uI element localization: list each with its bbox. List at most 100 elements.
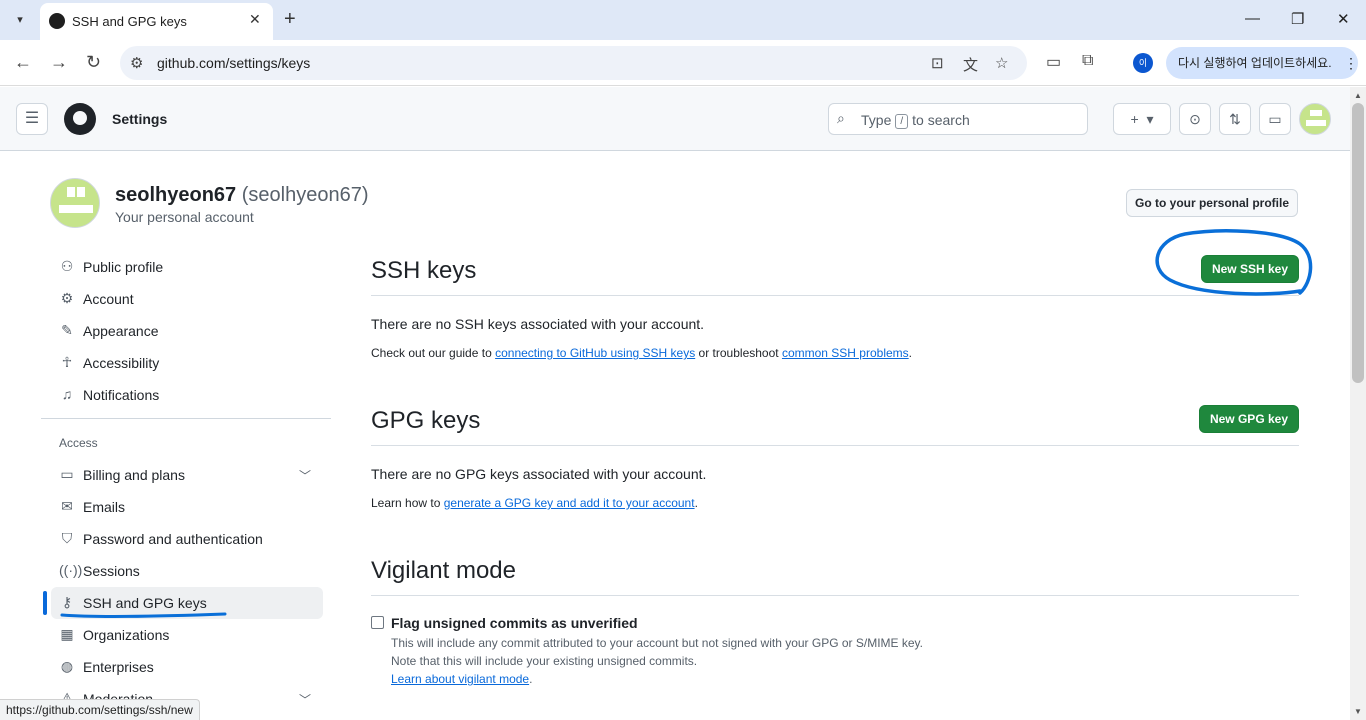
browser-tab[interactable]: SSH and GPG keys ✕: [40, 3, 273, 40]
forward-icon[interactable]: →: [50, 52, 68, 73]
vigilant-learn-link[interactable]: Learn about vigilant mode: [391, 672, 529, 686]
status-bar-url: https://github.com/settings/ssh/new: [0, 699, 200, 720]
restore-icon[interactable]: ❐: [1291, 10, 1304, 28]
key-icon: ⚷: [61, 594, 73, 610]
go-to-profile-button[interactable]: Go to your personal profile: [1126, 189, 1298, 217]
sidebar-item-accessibility[interactable]: ☥ Accessibility: [51, 347, 323, 379]
browser-toolbar: ← → ↻ ⚙ github.com/settings/keys ⊡ 文 ☆ ▭…: [0, 40, 1366, 86]
tab-close-icon[interactable]: ✕: [249, 11, 261, 28]
sidebar-item-notifications[interactable]: ♫ Notifications: [51, 379, 323, 411]
new-gpg-key-button[interactable]: New GPG key: [1199, 405, 1299, 433]
sidebar-item-label: Accessibility: [83, 355, 160, 371]
sidebar-item-password[interactable]: ⛉ Password and authentication: [51, 523, 323, 555]
sidebar-heading-access: Access: [59, 436, 98, 450]
vigilant-divider: [371, 595, 1299, 596]
address-bar[interactable]: ⚙ github.com/settings/keys ⊡ 文 ☆: [120, 46, 1027, 80]
github-favicon-icon: [49, 13, 65, 29]
create-new-button[interactable]: + ▾: [1113, 103, 1171, 135]
reload-icon[interactable]: ↻: [86, 52, 101, 73]
sidebar-item-ssh-gpg-keys[interactable]: ⚷ SSH and GPG keys: [51, 587, 323, 619]
organization-icon: ▦: [60, 626, 74, 642]
update-browser-button[interactable]: 다시 실행하여 업데이트하세요. ⋮: [1166, 47, 1358, 79]
sidebar-item-appearance[interactable]: ✎ Appearance: [51, 315, 323, 347]
account-subtitle: Your personal account: [115, 209, 254, 225]
github-logo-icon[interactable]: [64, 103, 96, 135]
vigilant-mode-checkbox[interactable]: [371, 616, 384, 629]
user-avatar[interactable]: [1299, 103, 1331, 135]
sidebar-divider: [41, 418, 331, 419]
minimize-icon[interactable]: —: [1245, 10, 1260, 27]
gpg-generate-link[interactable]: generate a GPG key and add it to your ac…: [444, 496, 695, 510]
active-indicator: [43, 591, 47, 615]
bookmark-star-icon[interactable]: ☆: [995, 54, 1008, 72]
bell-icon: ♫: [61, 386, 73, 402]
github-header: ☰ Settings ⌕ Type / to search + ▾ ⊙ ⇅ ▭: [0, 87, 1350, 151]
paintbrush-icon: ✎: [61, 322, 73, 338]
new-ssh-key-button[interactable]: New SSH key: [1201, 255, 1299, 283]
globe-icon: ◍: [60, 658, 74, 674]
sidebar-item-label: Appearance: [83, 323, 159, 339]
issues-icon[interactable]: ⊙: [1179, 103, 1211, 135]
vigilant-mode-heading: Vigilant mode: [371, 557, 516, 584]
pull-requests-icon[interactable]: ⇅: [1219, 103, 1251, 135]
chevron-down-icon[interactable]: ﹀: [299, 691, 311, 708]
sidebar-item-label: Emails: [83, 499, 126, 515]
new-tab-icon[interactable]: +: [284, 9, 296, 29]
sidebar-item-emails[interactable]: ✉ Emails: [51, 491, 323, 523]
hamburger-menu-icon[interactable]: ☰: [16, 103, 48, 135]
translate-icon[interactable]: 文: [963, 54, 978, 75]
shield-lock-icon: ⛉: [61, 530, 73, 546]
sidebar-item-sessions[interactable]: ((·)) Sessions: [51, 555, 323, 587]
gear-icon: ⚙: [60, 290, 74, 306]
site-info-icon[interactable]: ⚙: [130, 54, 143, 72]
search-icon: ⌕: [837, 110, 845, 126]
vigilant-checkbox-label[interactable]: Flag unsigned commits as unverified: [391, 615, 638, 631]
browser-tab-bar: ▾ SSH and GPG keys ✕ + — ❐ ✕: [0, 0, 1366, 40]
ssh-divider: [371, 295, 1299, 296]
vigilant-note-1: This will include any commit attributed …: [391, 636, 924, 650]
sidebar-item-organizations[interactable]: ▦ Organizations: [51, 619, 323, 651]
sidebar-item-account[interactable]: ⚙ Account: [51, 283, 323, 315]
sidebar-item-label: Sessions: [83, 563, 140, 579]
ssh-problems-link[interactable]: common SSH problems: [782, 346, 909, 360]
accessibility-icon: ☥: [61, 354, 73, 370]
window-close-icon[interactable]: ✕: [1337, 10, 1350, 28]
ssh-guide-text: Check out our guide to connecting to Git…: [371, 346, 913, 360]
sidebar-item-label: Notifications: [83, 387, 160, 403]
ssh-guide-link[interactable]: connecting to GitHub using SSH keys: [495, 346, 695, 360]
cast-icon[interactable]: ▭: [1046, 52, 1061, 72]
sidebar-item-label: Account: [83, 291, 134, 307]
install-app-icon[interactable]: ⊡: [931, 54, 944, 72]
back-icon[interactable]: ←: [14, 52, 32, 73]
broadcast-icon: ((·)): [59, 562, 83, 578]
more-menu-icon[interactable]: ⋮: [1344, 47, 1358, 79]
search-input[interactable]: ⌕ Type / to search: [828, 103, 1088, 135]
account-avatar: [50, 178, 100, 228]
address-url: github.com/settings/keys: [157, 55, 311, 71]
gpg-learn-text: Learn how to generate a GPG key and add …: [371, 496, 698, 510]
sidebar-item-enterprises[interactable]: ◍ Enterprises: [51, 651, 323, 683]
account-name: seolhyeon67 (seolhyeon67): [115, 184, 369, 206]
vigilant-note-2: Note that this will include your existin…: [391, 654, 698, 668]
ssh-empty-message: There are no SSH keys associated with yo…: [371, 316, 705, 332]
chevron-down-icon[interactable]: ﹀: [299, 467, 311, 484]
scroll-up-icon[interactable]: ▲: [1354, 91, 1362, 100]
page-scrollbar[interactable]: ▲ ▼: [1350, 87, 1366, 720]
tab-search-icon[interactable]: ▾: [9, 9, 31, 31]
update-label: 다시 실행하여 업데이트하세요.: [1178, 56, 1332, 70]
scrollbar-thumb[interactable]: [1352, 103, 1364, 383]
extensions-icon[interactable]: ⧉: [1082, 52, 1093, 70]
gpg-divider: [371, 445, 1299, 446]
gpg-keys-heading: GPG keys: [371, 407, 481, 434]
sidebar-item-billing[interactable]: ▭ Billing and plans ﹀: [51, 459, 323, 491]
sidebar-item-public-profile[interactable]: ⚇ Public profile: [51, 251, 323, 283]
inbox-icon[interactable]: ▭: [1259, 103, 1291, 135]
scroll-down-icon[interactable]: ▼: [1354, 707, 1362, 716]
ssh-keys-heading: SSH keys: [371, 257, 477, 284]
browser-profile-avatar[interactable]: 이: [1133, 53, 1153, 73]
search-placeholder: Type / to search: [861, 112, 970, 129]
credit-card-icon: ▭: [60, 466, 74, 482]
mail-icon: ✉: [61, 498, 73, 514]
gpg-empty-message: There are no GPG keys associated with yo…: [371, 466, 707, 482]
header-context-title[interactable]: Settings: [112, 111, 167, 127]
